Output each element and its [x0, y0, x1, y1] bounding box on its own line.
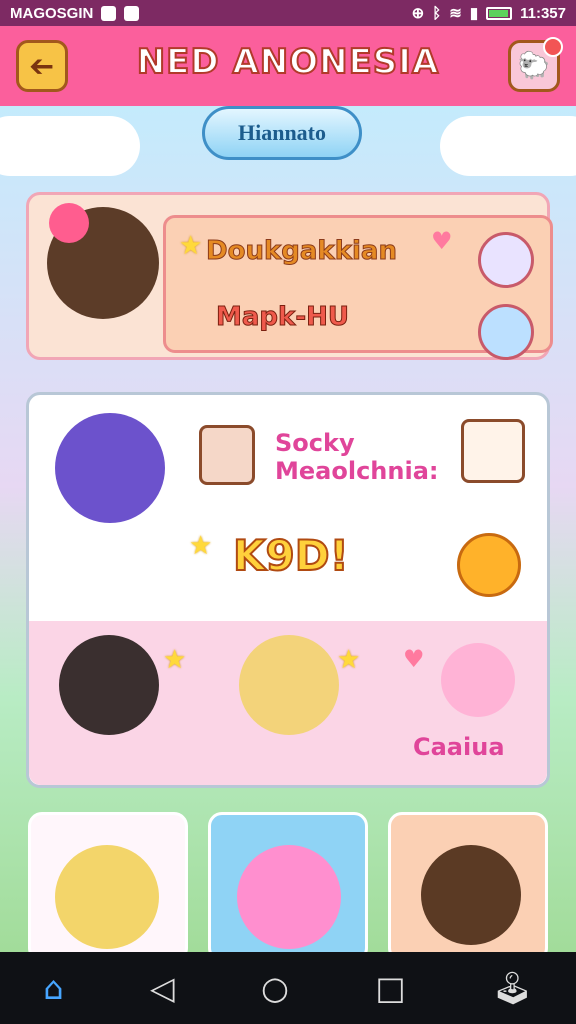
hiannato-button[interactable]: Hiannato [202, 106, 362, 160]
bluetooth-icon: ᛒ [432, 4, 442, 22]
home-icon[interactable]: ⌂ [43, 969, 63, 1007]
location-icon: ⊕ [411, 5, 425, 22]
status-bar: MAGOSGIN ⊕ ᛒ ≋ ▮ 11:357 [0, 0, 576, 26]
carrier-text: MAGOSGIN [10, 4, 94, 22]
big-label: K9D! [232, 530, 350, 581]
badge-icon[interactable] [478, 232, 534, 288]
cloud [440, 116, 576, 176]
character-card[interactable]: Doukgakkian Mapk-HU ★ ♥ [26, 192, 553, 360]
character-tile[interactable] [28, 812, 188, 952]
wifi-icon: ≋ [449, 5, 462, 22]
game-icon[interactable]: 🕹 [492, 969, 533, 1007]
bunny-icon[interactable] [441, 643, 515, 717]
sheep-icon: 🐑 [517, 51, 551, 81]
chibi-avatar[interactable] [59, 635, 159, 735]
clock: 11:357 [520, 4, 566, 22]
chibi-avatar[interactable] [239, 635, 339, 735]
battery-icon [486, 6, 513, 20]
signal-icon: ▮ [469, 5, 479, 22]
panel-line1: Socky [275, 429, 355, 457]
globe-icon[interactable] [478, 304, 534, 360]
card-line2: Mapk-HU [216, 302, 350, 333]
navigation-bar: ⌂ ◁ ○ □ 🕹 [0, 952, 576, 1024]
back-icon[interactable]: ◁ [150, 969, 175, 1007]
chibi-avatar [237, 845, 341, 949]
book-icon[interactable] [199, 425, 255, 485]
notification-icon [101, 5, 117, 21]
game-scene: Hiannato Doukgakkian Mapk-HU ★ ♥ Socky M… [0, 106, 576, 952]
heart-icon: ♥ [431, 227, 453, 255]
chibi-avatar [55, 413, 165, 523]
card-line1: Doukgakkian [206, 236, 398, 267]
top-bar: ➔ NED ANONESIA 🐑 [0, 26, 576, 106]
character-tile[interactable] [388, 812, 548, 952]
orange-icon[interactable] [457, 533, 521, 597]
character-row: Caaiua ★ ★ ♥ [29, 621, 547, 785]
chibi-avatar [55, 845, 159, 949]
star-icon: ★ [179, 231, 203, 261]
home-circle-icon[interactable]: ○ [261, 969, 289, 1007]
character-tile[interactable] [208, 812, 368, 952]
star-icon: ★ [337, 645, 361, 675]
star-icon: ★ [163, 645, 187, 675]
flower-icon [49, 203, 89, 243]
recent-apps-icon[interactable]: □ [375, 969, 405, 1007]
heart-icon: ♥ [403, 645, 425, 673]
star-icon: ★ [189, 531, 213, 561]
chibi-avatar [421, 845, 521, 945]
card-panel: Doukgakkian Mapk-HU [163, 215, 553, 360]
notification-icon [124, 5, 140, 21]
profile-button[interactable]: 🐑 [508, 37, 563, 92]
page-title: NED ANONESIA [136, 41, 440, 83]
character-panel[interactable]: Socky Meaolchnia: ★ K9D! Caaiua ★ ★ ♥ [26, 392, 550, 788]
cloud [0, 116, 140, 176]
notebook-icon[interactable] [461, 419, 525, 483]
lower-label: Caaiua [413, 733, 505, 761]
panel-line2: Meaolchnia: [275, 457, 439, 485]
notification-badge [543, 37, 563, 57]
pill-label: Hiannato [237, 120, 327, 145]
